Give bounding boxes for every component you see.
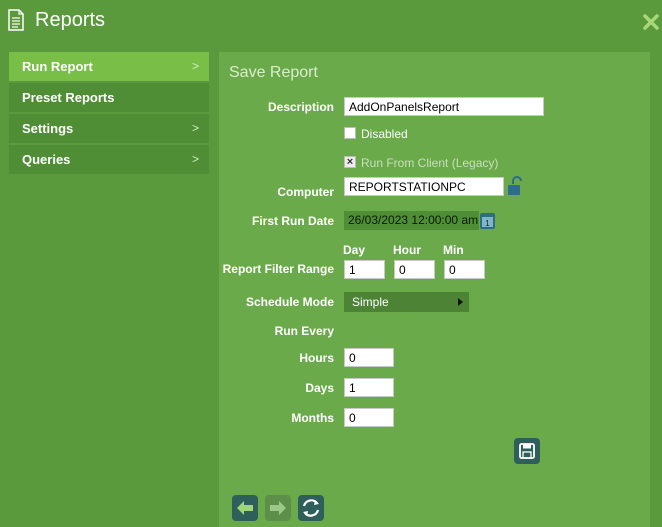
arrow-right-icon (270, 501, 286, 515)
first-run-date-label: First Run Date (251, 214, 334, 228)
description-input[interactable] (344, 97, 544, 116)
sidebar-item-queries[interactable]: Queries > (9, 145, 209, 174)
months-input[interactable] (344, 408, 394, 427)
sidebar-item-label: Queries (22, 152, 71, 167)
close-icon[interactable] (643, 14, 659, 30)
schedule-mode-select[interactable]: Simple (344, 292, 469, 312)
months-label: Months (291, 411, 334, 425)
filter-day-input[interactable] (344, 260, 385, 279)
unlock-icon[interactable] (507, 176, 525, 196)
run-from-client-label: Run From Client (Legacy) (361, 156, 499, 170)
sidebar-item-run-report[interactable]: Run Report > (9, 52, 209, 81)
filter-hour-input[interactable] (394, 260, 435, 279)
filter-min-input[interactable] (444, 260, 485, 279)
hours-label: Hours (299, 351, 334, 365)
description-label: Description (267, 100, 334, 114)
schedule-mode-label: Schedule Mode (245, 295, 334, 309)
sidebar-item-label: Run Report (22, 59, 93, 74)
sidebar-item-preset-reports[interactable]: Preset Reports (9, 83, 209, 112)
panel-title: Save Report (229, 64, 318, 81)
disabled-label: Disabled (361, 127, 408, 141)
window-header: Reports (0, 0, 662, 44)
run-every-label: Run Every (274, 324, 334, 338)
chevron-right-icon: > (191, 152, 199, 166)
hour-column-label: Hour (393, 243, 421, 257)
computer-label: Computer (277, 185, 334, 199)
hours-input[interactable] (344, 348, 394, 367)
chevron-right-icon: > (191, 59, 199, 73)
sidebar-item-settings[interactable]: Settings > (9, 114, 209, 143)
refresh-icon (302, 499, 320, 517)
min-column-label: Min (443, 243, 464, 257)
days-input[interactable] (344, 378, 394, 397)
refresh-button[interactable] (298, 495, 324, 521)
forward-button[interactable] (265, 495, 291, 521)
days-label: Days (305, 381, 334, 395)
back-button[interactable] (232, 495, 258, 521)
floppy-disk-icon (519, 443, 535, 459)
save-button[interactable] (514, 438, 540, 464)
report-filter-range-label: Report Filter Range (222, 262, 334, 276)
schedule-mode-value: Simple (352, 295, 389, 309)
run-from-client-checkbox[interactable]: × (344, 156, 356, 168)
computer-input[interactable] (344, 177, 504, 196)
save-report-panel: Save Report Description Disabled × Run F… (219, 52, 650, 527)
first-run-date-field[interactable]: 26/03/2023 12:00:00 am (344, 211, 479, 230)
calendar-icon[interactable]: 1 (479, 211, 496, 230)
document-icon (8, 9, 24, 31)
sidebar-item-label: Settings (22, 121, 74, 136)
arrow-left-icon (237, 501, 253, 515)
caret-right-icon (458, 298, 463, 306)
day-column-label: Day (343, 243, 366, 257)
chevron-right-icon: > (191, 121, 199, 135)
sidebar: Run Report > Preset Reports Settings > Q… (9, 52, 209, 176)
sidebar-item-label: Preset Reports (22, 90, 115, 105)
disabled-checkbox[interactable] (344, 127, 356, 139)
app-title: Reports (35, 9, 106, 31)
svg-text:1: 1 (485, 219, 490, 228)
